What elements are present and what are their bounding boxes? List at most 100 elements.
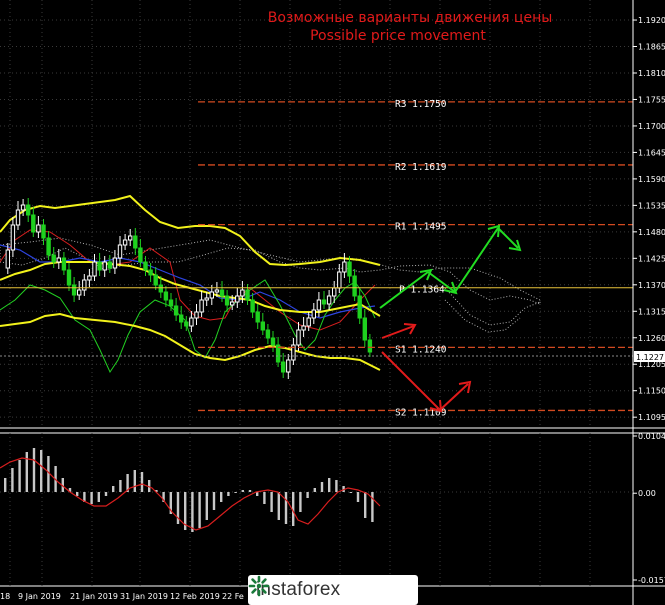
candle-body (61, 257, 67, 271)
candle-body (321, 299, 327, 305)
candle-body (357, 295, 362, 319)
macd-bar (90, 492, 93, 504)
macd-bar (40, 450, 43, 492)
level-label: R3 1.1750 (395, 99, 447, 110)
macd-bar (32, 448, 36, 492)
macd-bar (335, 480, 338, 492)
candle-body (245, 289, 250, 301)
candle-body (87, 275, 92, 281)
candle-body (235, 295, 240, 303)
price-tick-label: 1.1590 (638, 175, 665, 184)
candle-body (71, 284, 77, 296)
macd-bar (133, 470, 136, 492)
time-tick-label: 22 Fe (222, 592, 244, 601)
candle-body (133, 235, 138, 249)
candle-body (224, 295, 230, 306)
candle-body (219, 289, 225, 297)
candle-body (46, 237, 51, 256)
candle-body (148, 269, 153, 276)
macd-bar (11, 468, 14, 492)
candle-body (270, 337, 276, 346)
macd-bar (25, 452, 28, 492)
candle-body (296, 329, 301, 346)
macd-tick-label: 0.01041 (638, 432, 665, 441)
time-tick-label: 18 (0, 592, 10, 601)
candle-body (77, 289, 82, 296)
candle-body (240, 289, 245, 297)
macd-bar (18, 460, 21, 492)
candle-body (168, 299, 174, 307)
candle-body (311, 309, 317, 319)
level-label: P 1.1364 (399, 285, 445, 296)
level-label: R1 1.1495 (395, 222, 446, 233)
candle-body (255, 311, 260, 323)
macd-bar (256, 492, 259, 496)
candle-body (194, 311, 199, 319)
candle-body (250, 299, 255, 313)
watermark-logo: instaforex (248, 575, 418, 605)
macd-bar (328, 478, 331, 492)
candle-body (204, 297, 209, 301)
macd-bar (104, 492, 108, 496)
price-tick-label: 1.1260 (638, 334, 665, 343)
macd-bar (248, 490, 252, 492)
candle-body (10, 224, 16, 251)
candle-body (184, 321, 189, 327)
price-tick-label: 1.1095 (638, 413, 665, 422)
candle-body (112, 257, 118, 269)
price-chart: R3 1.1750 R2 1.1619 R1 1.1495 P 1.1364 S1 1.… (0, 0, 665, 605)
candle-body (286, 359, 291, 373)
macd-bar (349, 492, 352, 493)
candle-body (41, 224, 46, 239)
macd-bar (212, 492, 216, 510)
macd-bar (299, 492, 302, 512)
candle-body (26, 204, 31, 216)
macd-bar (270, 492, 273, 512)
macd-bar (306, 492, 309, 498)
chart-title-en: Possible price movement (310, 28, 486, 44)
candle-body (163, 291, 169, 301)
price-tick-label: 1.1535 (638, 201, 665, 210)
candle-body (301, 325, 306, 331)
macd-bar (356, 492, 360, 502)
price-tick-label: 1.1865 (638, 43, 665, 52)
price-tick-label: 1.1810 (638, 69, 665, 78)
candle-body (51, 254, 56, 263)
candle-body (214, 289, 220, 293)
price-tick-label: 1.1370 (638, 281, 665, 290)
macd-bar (112, 486, 115, 492)
chart-title-ru: Возможные варианты движения цены (268, 10, 553, 26)
candle-body (31, 214, 36, 233)
candle-body (143, 261, 148, 271)
macd-bar (277, 492, 280, 520)
price-tick-label: 1.1425 (638, 254, 665, 263)
price-tick-label: 1.1315 (638, 307, 665, 316)
candle-body (66, 269, 72, 286)
macd-bar (205, 492, 208, 520)
candle-body (82, 279, 87, 291)
candle-body (56, 257, 61, 263)
macd-tick-label: -0.01579 (638, 576, 665, 585)
price-tick-label: 1.1755 (638, 95, 665, 104)
macd-bar (234, 492, 237, 493)
candle-body (260, 321, 266, 331)
candle-body (189, 317, 194, 327)
macd-bar (198, 492, 201, 528)
time-tick-label: 21 Jan 2019 (70, 592, 118, 601)
macd-bar (97, 492, 100, 502)
price-tick-label: 1.1480 (638, 228, 665, 237)
time-tick-label: 31 Jan 2019 (120, 592, 168, 601)
macd-bar (227, 492, 230, 496)
candle-body (128, 235, 133, 241)
candle-body (173, 305, 179, 316)
macd-bar (140, 472, 144, 492)
candle-body (199, 299, 204, 313)
macd-bar (119, 480, 122, 492)
candle-body (36, 224, 41, 233)
candle-body (362, 317, 368, 341)
candle-body (92, 261, 97, 277)
price-tick-label: 1.1700 (638, 122, 665, 131)
candle-body (347, 261, 352, 277)
macd-bar (191, 492, 194, 532)
instaforex-logo-icon (248, 575, 270, 597)
